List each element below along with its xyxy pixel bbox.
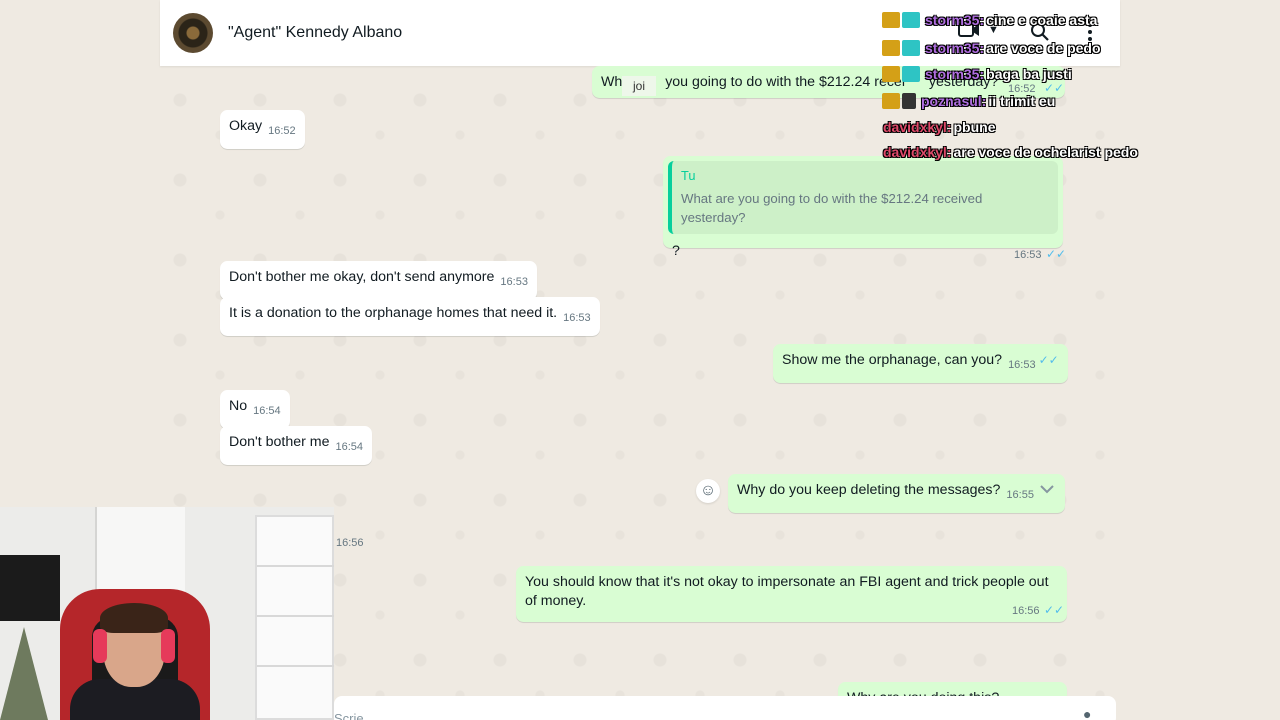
stream-chat-line: storm35: cine e coaie asta [882,12,1097,28]
message-text: Don't bother me okay, don't send anymore [229,269,495,285]
subscriber-badge-icon [882,66,900,82]
message-time: 16:52 [268,125,296,137]
message-text: You should know that it's not okay to im… [525,574,1049,609]
message-text: Don't bother me [229,434,330,450]
message-incoming[interactable]: Don't bother me okay, don't send anymore… [220,261,537,300]
message-time: 16:55 [1006,489,1034,501]
contact-avatar[interactable] [173,13,213,53]
chat-text: are voce de pedo [986,40,1101,56]
message-time: 16:53 [500,276,528,288]
subscriber-badge-icon [882,12,900,28]
bits-badge-icon [902,12,920,28]
read-receipt-icon: ✓✓ [1038,353,1059,367]
emoji-reaction-button[interactable]: ☺ [696,479,720,503]
message-outgoing[interactable]: Show me the orphanage, can you? 16:53 ✓✓ [773,344,1068,383]
message-menu-chevron-icon[interactable] [1040,481,1054,497]
chat-username: davidxkyl: [883,144,952,160]
stream-chat-line: storm35: baga ba justi [882,66,1072,82]
subscriber-badge-icon [882,40,900,56]
message-outgoing[interactable]: Why do you keep deleting the messages? 16… [728,474,1065,513]
contact-name[interactable]: "Agent" Kennedy Albano [228,24,402,42]
message-incoming[interactable]: Okay 16:52 [220,110,305,149]
message-time: 16:54 [335,441,364,453]
message-time: 16:53 [1008,359,1036,371]
message-time: 16:56 [336,537,364,549]
subscriber-badge-icon [882,93,900,109]
message-text-right: you going to do with the $212.24 recei [665,74,905,90]
quoted-message[interactable]: Tu What are you going to do with the $21… [668,161,1058,234]
webcam-christmas-tree [0,627,48,720]
quote-text: What are you going to do with the $212.2… [681,191,983,225]
bits-badge-icon [902,66,920,82]
chat-username: davidxkyl: [883,119,952,135]
chat-text: cine e coaie asta [986,12,1098,28]
webcam-overlay [0,507,334,720]
stream-chat-line: davidxkyl: are voce de ochelarist pedo [882,144,1138,160]
headset-icon [93,629,107,663]
message-incoming[interactable]: No 16:54 [220,390,290,429]
message-text: Okay [229,118,263,134]
user-badge-icon [902,93,916,109]
message-text: Why do you keep deleting the messages? [737,482,1001,498]
message-outgoing[interactable]: You should know that it's not okay to im… [516,566,1067,622]
message-time: 16:56 [1012,605,1040,617]
headset-icon [161,629,175,663]
read-receipt-icon: ✓✓ [1044,603,1065,617]
chat-username: storm35: [925,66,985,82]
message-composer[interactable] [334,696,1116,720]
chat-text: baga ba justi [986,66,1072,82]
webcam-tv [0,555,60,621]
chat-username: poznasul: [921,93,987,109]
chat-text: ii trimit eu [988,93,1056,109]
chat-username: storm35: [925,40,985,56]
message-text: Show me the orphanage, can you? [782,352,1003,368]
webcam-shelf [255,515,334,720]
bits-badge-icon [902,40,920,56]
composer-placeholder[interactable]: Scrie [334,711,364,720]
stream-chat-line: storm35: are voce de pedo [882,40,1101,56]
message-time: 16:53 [1014,249,1042,261]
message-outgoing-reply[interactable]: Tu What are you going to do with the $21… [663,156,1066,261]
message-text: ? [672,243,680,259]
chat-username: storm35: [925,12,985,28]
stream-chat-line: davidxkyl: pbune [882,119,995,135]
message-text: It is a donation to the orphanage homes … [229,305,558,321]
webcam-person-hair [100,603,168,633]
message-text-left: Wh [601,74,623,90]
message-incoming[interactable]: Don't bother me 16:54 [220,426,373,465]
read-receipt-icon: ✓✓ [1046,247,1067,261]
quote-author: Tu [681,168,696,183]
chat-text: pbune [953,119,996,135]
message-time: 16:54 [253,405,281,417]
chat-text: are voce de ochelarist pedo [953,144,1138,160]
microphone-icon[interactable]: ● [1083,706,1091,720]
message-incoming[interactable]: It is a donation to the orphanage homes … [220,297,600,336]
stream-chat-line: poznasul: ii trimit eu [882,93,1055,109]
overlay-tag: joi [622,76,656,96]
message-text: No [229,398,248,414]
stream-chat-overlay: storm35: cine e coaie asta storm35: are vo… [882,12,1182,164]
message-time: 16:53 [563,312,591,324]
